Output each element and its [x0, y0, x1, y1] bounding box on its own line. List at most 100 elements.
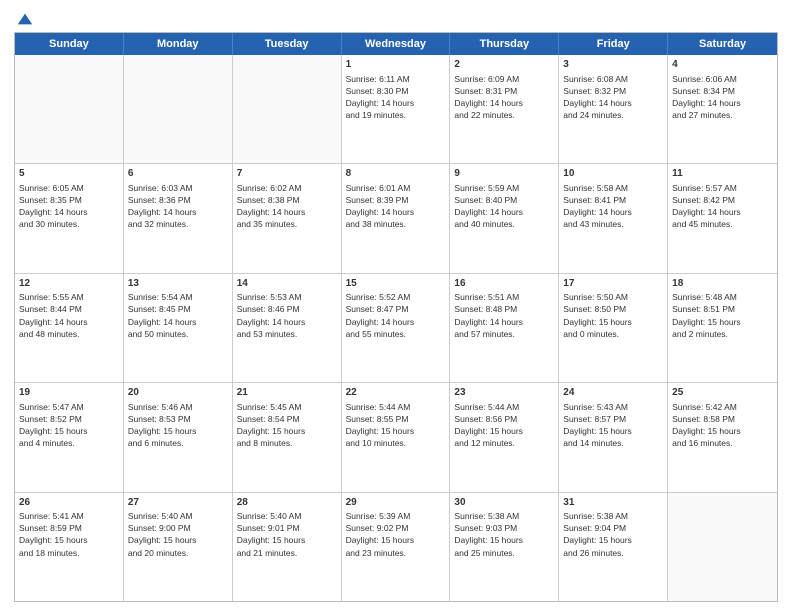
day-number: 24	[563, 386, 663, 400]
day-cell-26: 26Sunrise: 5:41 AM Sunset: 8:59 PM Dayli…	[15, 493, 124, 601]
day-cell-28: 28Sunrise: 5:40 AM Sunset: 9:01 PM Dayli…	[233, 493, 342, 601]
week-row-2: 5 Sunrise: 6:05 AM Sunset: 8:35 PM Daylig…	[15, 164, 777, 273]
day-info: Sunrise: 5:39 AM Sunset: 9:02 PM Dayligh…	[346, 511, 415, 557]
day-info: Sunrise: 5:41 AM Sunset: 8:59 PM Dayligh…	[19, 511, 88, 557]
day-cell-15: 15Sunrise: 5:52 AM Sunset: 8:47 PM Dayli…	[342, 274, 451, 382]
day-number: 3	[563, 58, 663, 72]
day-info: Sunrise: 5:54 AM Sunset: 8:45 PM Dayligh…	[128, 292, 197, 338]
day-info: Sunrise: 5:59 AM Sunset: 8:40 PM Dayligh…	[454, 183, 523, 229]
day-number: 28	[237, 496, 337, 510]
day-number: 2	[454, 58, 554, 72]
day-number: 25	[672, 386, 773, 400]
empty-cell	[668, 493, 777, 601]
day-cell-5: 5 Sunrise: 6:05 AM Sunset: 8:35 PM Daylig…	[15, 164, 124, 272]
day-number: 6	[128, 167, 228, 181]
day-cell-11: 11Sunrise: 5:57 AM Sunset: 8:42 PM Dayli…	[668, 164, 777, 272]
day-cell-23: 23 Sunrise: 5:44 AM Sunset: 8:56 PM Dayli…	[450, 383, 559, 491]
header-day-saturday: Saturday	[668, 33, 777, 55]
day-cell-4: 4 Sunrise: 6:06 AM Sunset: 8:34 PM Daylig…	[668, 55, 777, 163]
day-cell-1: 1Sunrise: 6:11 AM Sunset: 8:30 PM Daylig…	[342, 55, 451, 163]
day-cell-18: 18Sunrise: 5:48 AM Sunset: 8:51 PM Dayli…	[668, 274, 777, 382]
week-row-3: 12Sunrise: 5:55 AM Sunset: 8:44 PM Dayli…	[15, 274, 777, 383]
header-day-wednesday: Wednesday	[342, 33, 451, 55]
day-number: 19	[19, 386, 119, 400]
day-number: 14	[237, 277, 337, 291]
day-number: 8	[346, 167, 446, 181]
day-cell-8: 8 Sunrise: 6:01 AM Sunset: 8:39 PM Daylig…	[342, 164, 451, 272]
day-cell-3: 3 Sunrise: 6:08 AM Sunset: 8:32 PM Daylig…	[559, 55, 668, 163]
day-number: 5	[19, 167, 119, 181]
week-row-1: 1Sunrise: 6:11 AM Sunset: 8:30 PM Daylig…	[15, 55, 777, 164]
day-info: Sunrise: 5:43 AM Sunset: 8:57 PM Dayligh…	[563, 402, 632, 448]
day-number: 21	[237, 386, 337, 400]
day-number: 4	[672, 58, 773, 72]
day-number: 23	[454, 386, 554, 400]
day-info: Sunrise: 6:02 AM Sunset: 8:38 PM Dayligh…	[237, 183, 306, 229]
day-number: 26	[19, 496, 119, 510]
day-cell-21: 21 Sunrise: 5:45 AM Sunset: 8:54 PM Dayli…	[233, 383, 342, 491]
header	[14, 10, 778, 24]
day-info: Sunrise: 6:05 AM Sunset: 8:35 PM Dayligh…	[19, 183, 88, 229]
day-cell-7: 7 Sunrise: 6:02 AM Sunset: 8:38 PM Daylig…	[233, 164, 342, 272]
day-number: 29	[346, 496, 446, 510]
day-info: Sunrise: 5:55 AM Sunset: 8:44 PM Dayligh…	[19, 292, 88, 338]
day-info: Sunrise: 5:47 AM Sunset: 8:52 PM Dayligh…	[19, 402, 88, 448]
day-number: 18	[672, 277, 773, 291]
day-number: 7	[237, 167, 337, 181]
day-info: Sunrise: 5:40 AM Sunset: 9:00 PM Dayligh…	[128, 511, 197, 557]
day-cell-25: 25 Sunrise: 5:42 AM Sunset: 8:58 PM Dayli…	[668, 383, 777, 491]
day-number: 15	[346, 277, 446, 291]
day-cell-29: 29Sunrise: 5:39 AM Sunset: 9:02 PM Dayli…	[342, 493, 451, 601]
day-info: Sunrise: 6:06 AM Sunset: 8:34 PM Dayligh…	[672, 74, 741, 120]
empty-cell	[124, 55, 233, 163]
day-cell-12: 12Sunrise: 5:55 AM Sunset: 8:44 PM Dayli…	[15, 274, 124, 382]
day-info: Sunrise: 5:38 AM Sunset: 9:03 PM Dayligh…	[454, 511, 523, 557]
day-info: Sunrise: 5:50 AM Sunset: 8:50 PM Dayligh…	[563, 292, 632, 338]
calendar-body: 1Sunrise: 6:11 AM Sunset: 8:30 PM Daylig…	[15, 55, 777, 601]
day-cell-27: 27Sunrise: 5:40 AM Sunset: 9:00 PM Dayli…	[124, 493, 233, 601]
day-number: 30	[454, 496, 554, 510]
day-info: Sunrise: 6:08 AM Sunset: 8:32 PM Dayligh…	[563, 74, 632, 120]
day-cell-20: 20Sunrise: 5:46 AM Sunset: 8:53 PM Dayli…	[124, 383, 233, 491]
empty-cell	[15, 55, 124, 163]
day-info: Sunrise: 5:58 AM Sunset: 8:41 PM Dayligh…	[563, 183, 632, 229]
day-cell-2: 2 Sunrise: 6:09 AM Sunset: 8:31 PM Daylig…	[450, 55, 559, 163]
day-info: Sunrise: 5:42 AM Sunset: 8:58 PM Dayligh…	[672, 402, 741, 448]
day-cell-30: 30Sunrise: 5:38 AM Sunset: 9:03 PM Dayli…	[450, 493, 559, 601]
day-cell-24: 24 Sunrise: 5:43 AM Sunset: 8:57 PM Dayli…	[559, 383, 668, 491]
header-day-thursday: Thursday	[450, 33, 559, 55]
day-cell-31: 31Sunrise: 5:38 AM Sunset: 9:04 PM Dayli…	[559, 493, 668, 601]
day-number: 1	[346, 58, 446, 72]
week-row-4: 19 Sunrise: 5:47 AM Sunset: 8:52 PM Dayli…	[15, 383, 777, 492]
day-number: 22	[346, 386, 446, 400]
day-info: Sunrise: 5:51 AM Sunset: 8:48 PM Dayligh…	[454, 292, 523, 338]
header-day-friday: Friday	[559, 33, 668, 55]
day-cell-17: 17Sunrise: 5:50 AM Sunset: 8:50 PM Dayli…	[559, 274, 668, 382]
day-info: Sunrise: 5:52 AM Sunset: 8:47 PM Dayligh…	[346, 292, 415, 338]
empty-cell	[233, 55, 342, 163]
day-number: 31	[563, 496, 663, 510]
day-number: 20	[128, 386, 228, 400]
header-day-sunday: Sunday	[15, 33, 124, 55]
day-cell-9: 9 Sunrise: 5:59 AM Sunset: 8:40 PM Daylig…	[450, 164, 559, 272]
day-info: Sunrise: 6:09 AM Sunset: 8:31 PM Dayligh…	[454, 74, 523, 120]
day-number: 9	[454, 167, 554, 181]
day-info: Sunrise: 5:38 AM Sunset: 9:04 PM Dayligh…	[563, 511, 632, 557]
logo-icon	[16, 10, 34, 28]
day-info: Sunrise: 6:03 AM Sunset: 8:36 PM Dayligh…	[128, 183, 197, 229]
week-row-5: 26Sunrise: 5:41 AM Sunset: 8:59 PM Dayli…	[15, 493, 777, 601]
day-cell-19: 19 Sunrise: 5:47 AM Sunset: 8:52 PM Dayli…	[15, 383, 124, 491]
logo-area	[14, 10, 34, 24]
logo	[14, 10, 34, 28]
calendar-header: SundayMondayTuesdayWednesdayThursdayFrid…	[15, 33, 777, 55]
day-cell-13: 13Sunrise: 5:54 AM Sunset: 8:45 PM Dayli…	[124, 274, 233, 382]
day-info: Sunrise: 5:45 AM Sunset: 8:54 PM Dayligh…	[237, 402, 306, 448]
day-cell-16: 16Sunrise: 5:51 AM Sunset: 8:48 PM Dayli…	[450, 274, 559, 382]
day-number: 13	[128, 277, 228, 291]
day-info: Sunrise: 6:01 AM Sunset: 8:39 PM Dayligh…	[346, 183, 415, 229]
day-info: Sunrise: 5:44 AM Sunset: 8:56 PM Dayligh…	[454, 402, 523, 448]
day-cell-10: 10Sunrise: 5:58 AM Sunset: 8:41 PM Dayli…	[559, 164, 668, 272]
day-info: Sunrise: 5:48 AM Sunset: 8:51 PM Dayligh…	[672, 292, 741, 338]
day-cell-6: 6 Sunrise: 6:03 AM Sunset: 8:36 PM Daylig…	[124, 164, 233, 272]
day-number: 16	[454, 277, 554, 291]
